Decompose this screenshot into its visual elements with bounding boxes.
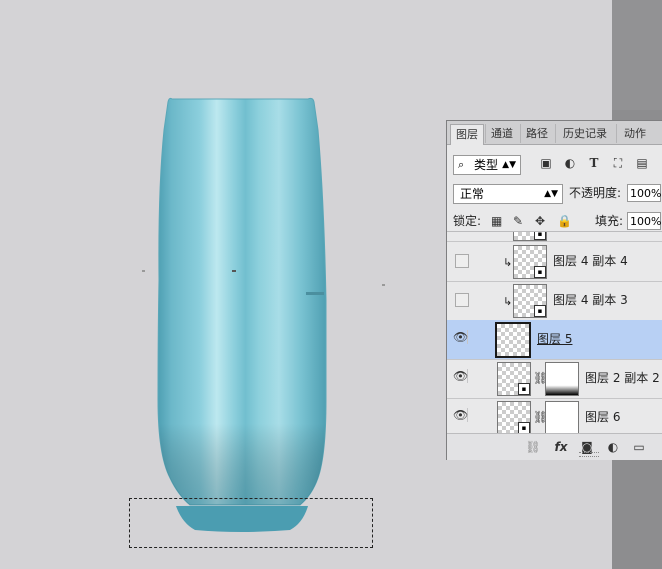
layers-list: ▪ ↳ ▪ 图层 4 副本 4 ↳ ▪ 图层 4 副本 3 👁 图层 5 👁 ▪…	[447, 231, 662, 434]
tab-paths[interactable]: 路径	[520, 124, 553, 143]
layer-name[interactable]: 图层 2 副本 2	[585, 371, 660, 385]
new-group-icon[interactable]: ▭	[631, 439, 647, 455]
opacity-input[interactable]: 100%	[627, 184, 661, 202]
eye-icon[interactable]: 👁	[453, 408, 468, 422]
clipping-arrow-icon: ↳	[503, 256, 513, 269]
blend-row: 正常 ▲▼ 不透明度: 100%	[447, 181, 662, 205]
layer-row[interactable]: ↳ ▪ 图层 4 副本 4	[447, 242, 662, 282]
layer-thumbnail: ▪	[497, 401, 531, 434]
layer-thumbnail: ▪	[513, 232, 547, 241]
layer-name[interactable]: 图层 6	[585, 410, 620, 424]
smart-object-icon: ▪	[518, 383, 530, 395]
type-filter-icon[interactable]: T	[587, 156, 601, 170]
spinner-icon: ▲▼	[544, 189, 558, 199]
layer-row[interactable]: 👁 ▪ ⛓ 图层 2 副本 2	[447, 359, 662, 399]
lock-row: 锁定: ▦ ✎ ✥ 🔒 填充: 100%	[447, 209, 662, 233]
layer-mask-thumbnail[interactable]	[545, 401, 579, 434]
smart-object-icon: ▪	[534, 266, 546, 278]
layer-thumbnail	[495, 322, 531, 358]
lock-paint-icon[interactable]: ✎	[513, 212, 523, 230]
filter-row: ⌕ 类型 ▲▼ ▣ ◐ T ⛶ ▤	[447, 151, 662, 177]
layer-thumbnail: ▪	[513, 284, 547, 318]
fx-icon[interactable]: fx	[553, 439, 569, 455]
tab-actions[interactable]: 动作	[616, 124, 653, 143]
opacity-label: 不透明度:	[569, 186, 622, 200]
clipping-arrow-icon: ↳	[503, 295, 513, 308]
fill-label: 填充:	[595, 214, 624, 228]
eye-icon[interactable]: 👁	[453, 369, 468, 383]
selection-marquee	[129, 498, 373, 548]
blend-mode-select[interactable]: 正常 ▲▼	[453, 184, 563, 204]
lock-label: 锁定:	[453, 214, 482, 228]
smart-object-icon: ▪	[534, 232, 546, 240]
shape-filter-icon[interactable]: ⛶	[611, 156, 625, 170]
layer-thumbnail: ▪	[513, 245, 547, 279]
adjustment-layer-icon[interactable]: ◐	[605, 439, 621, 455]
lock-all-icon[interactable]: 🔒	[557, 212, 572, 230]
tab-history[interactable]: 历史记录	[555, 124, 614, 143]
adjustment-filter-icon[interactable]: ◐	[563, 156, 577, 170]
spinner-icon: ▲▼	[502, 160, 516, 170]
layer-name[interactable]: 图层 5	[537, 332, 572, 346]
layer-mask-thumbnail[interactable]	[545, 362, 579, 396]
layers-panel: 图层 通道 路径 历史记录 动作 ⌕ 类型 ▲▼ ▣ ◐ T ⛶ ▤ 正常 ▲▼…	[446, 120, 662, 460]
visibility-toggle[interactable]	[455, 254, 469, 268]
image-filter-icon[interactable]: ▣	[539, 156, 553, 170]
visibility-toggle[interactable]	[455, 293, 469, 307]
lock-position-icon[interactable]: ✥	[535, 212, 545, 230]
layers-panel-footer: ⛓ fx ◙ ◐ ▭	[447, 433, 662, 460]
tab-layers[interactable]: 图层	[450, 124, 484, 145]
panel-tabs: 图层 通道 路径 历史记录 动作	[447, 121, 662, 145]
fill-input[interactable]: 100%	[627, 212, 661, 230]
search-icon: ⌕	[458, 158, 465, 171]
eye-icon[interactable]: 👁	[453, 330, 468, 344]
lock-transparent-icon[interactable]: ▦	[491, 212, 502, 230]
layer-name[interactable]: 图层 4 副本 3	[553, 293, 628, 307]
layer-row-selected[interactable]: 👁 图层 5	[447, 320, 662, 360]
layer-row[interactable]: ▪	[447, 232, 662, 242]
resize-grip[interactable]	[579, 452, 599, 457]
layer-row[interactable]: 👁 ▪ ⛓ 图层 6	[447, 398, 662, 434]
filter-kind-select[interactable]: ⌕ 类型 ▲▼	[453, 155, 521, 175]
layer-thumbnail: ▪	[497, 362, 531, 396]
link-layers-icon[interactable]: ⛓	[525, 439, 541, 455]
smart-object-filter-icon[interactable]: ▤	[635, 156, 649, 170]
layer-name[interactable]: 图层 4 副本 4	[553, 254, 628, 268]
smart-object-icon: ▪	[534, 305, 546, 317]
layer-row[interactable]: ↳ ▪ 图层 4 副本 3	[447, 281, 662, 321]
tab-channels[interactable]: 通道	[485, 124, 518, 143]
